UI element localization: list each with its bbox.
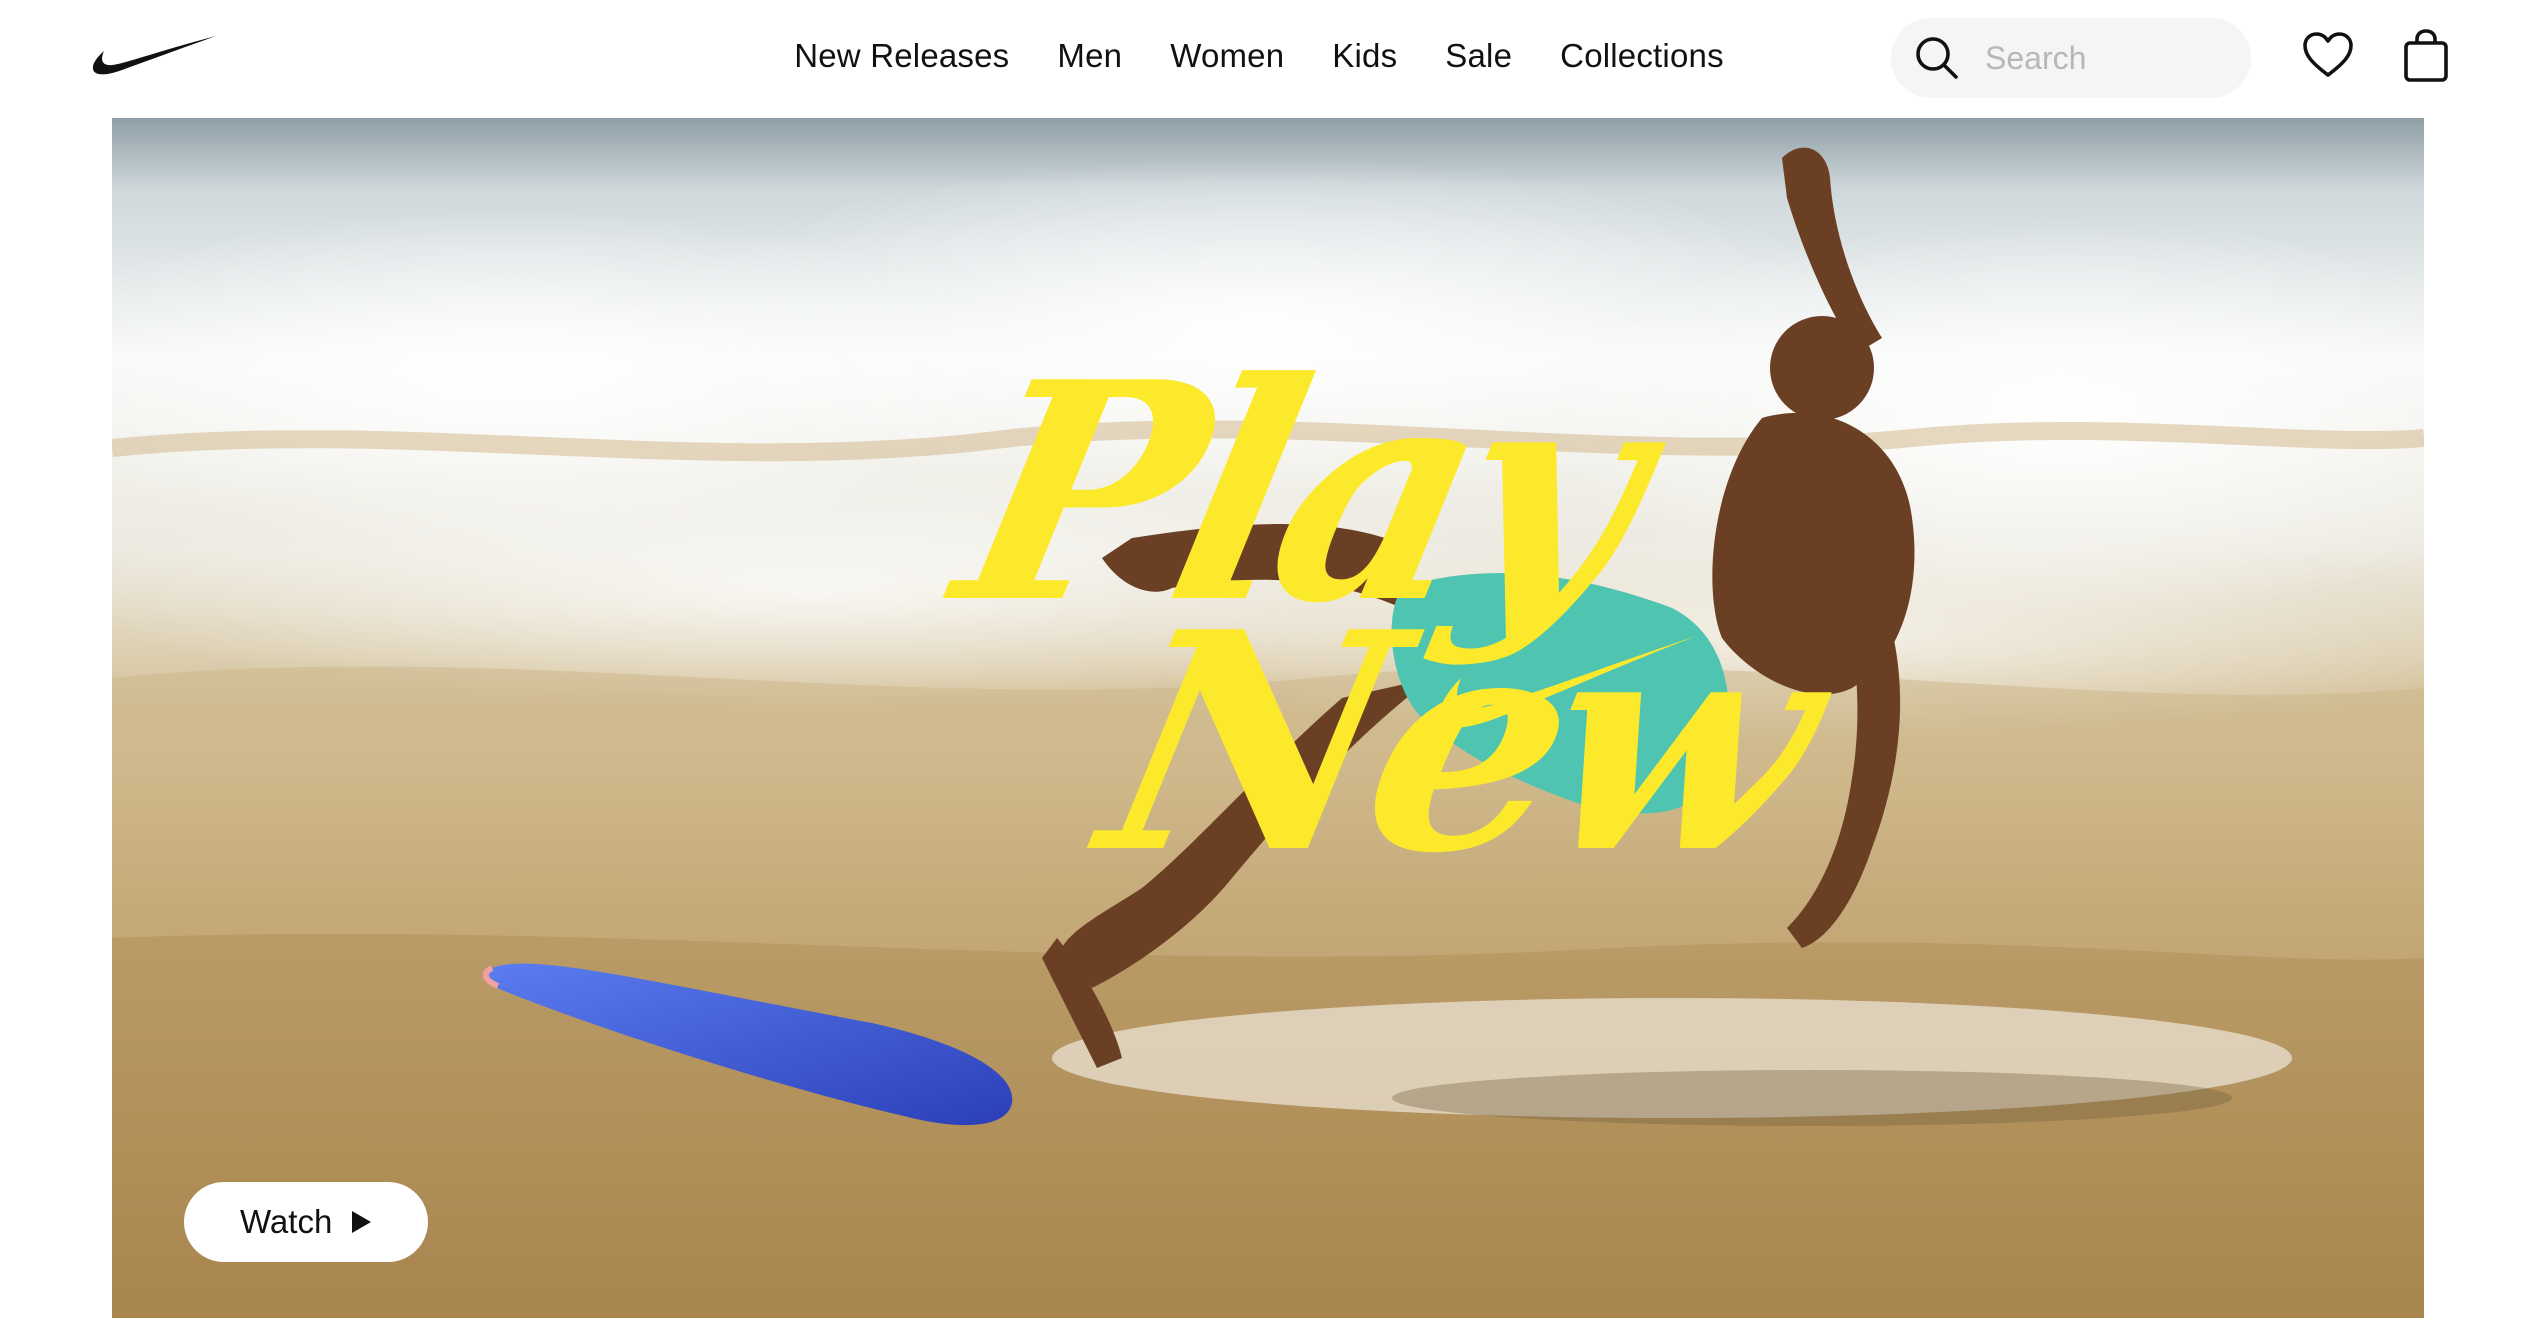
shopping-bag-icon[interactable]	[2401, 28, 2451, 84]
main-nav-list: New Releases Men Women Kids Sale Collect…	[794, 37, 1724, 75]
nav-item-sale[interactable]: Sale	[1445, 37, 1512, 75]
page-bottom-edge	[0, 1318, 2534, 1322]
site-header: New Releases Men Women Kids Sale Collect…	[0, 0, 2534, 118]
nav-item-kids[interactable]: Kids	[1332, 37, 1397, 75]
nav-item-men[interactable]: Men	[1057, 37, 1122, 75]
search-input[interactable]	[1985, 39, 2235, 77]
hero-banner[interactable]: Play New Watch	[112, 118, 2424, 1322]
search-icon[interactable]	[1913, 34, 1961, 82]
hero-image	[112, 118, 2424, 1322]
nav-item-collections[interactable]: Collections	[1560, 37, 1724, 75]
watch-button-label: Watch	[240, 1203, 333, 1240]
heart-icon[interactable]	[2302, 30, 2354, 82]
nav-item-new-releases[interactable]: New Releases	[794, 37, 1009, 75]
search-box[interactable]	[1891, 18, 2251, 98]
play-icon	[352, 1211, 372, 1233]
watch-button[interactable]: Watch	[184, 1182, 428, 1262]
nav-item-women[interactable]: Women	[1170, 37, 1284, 75]
